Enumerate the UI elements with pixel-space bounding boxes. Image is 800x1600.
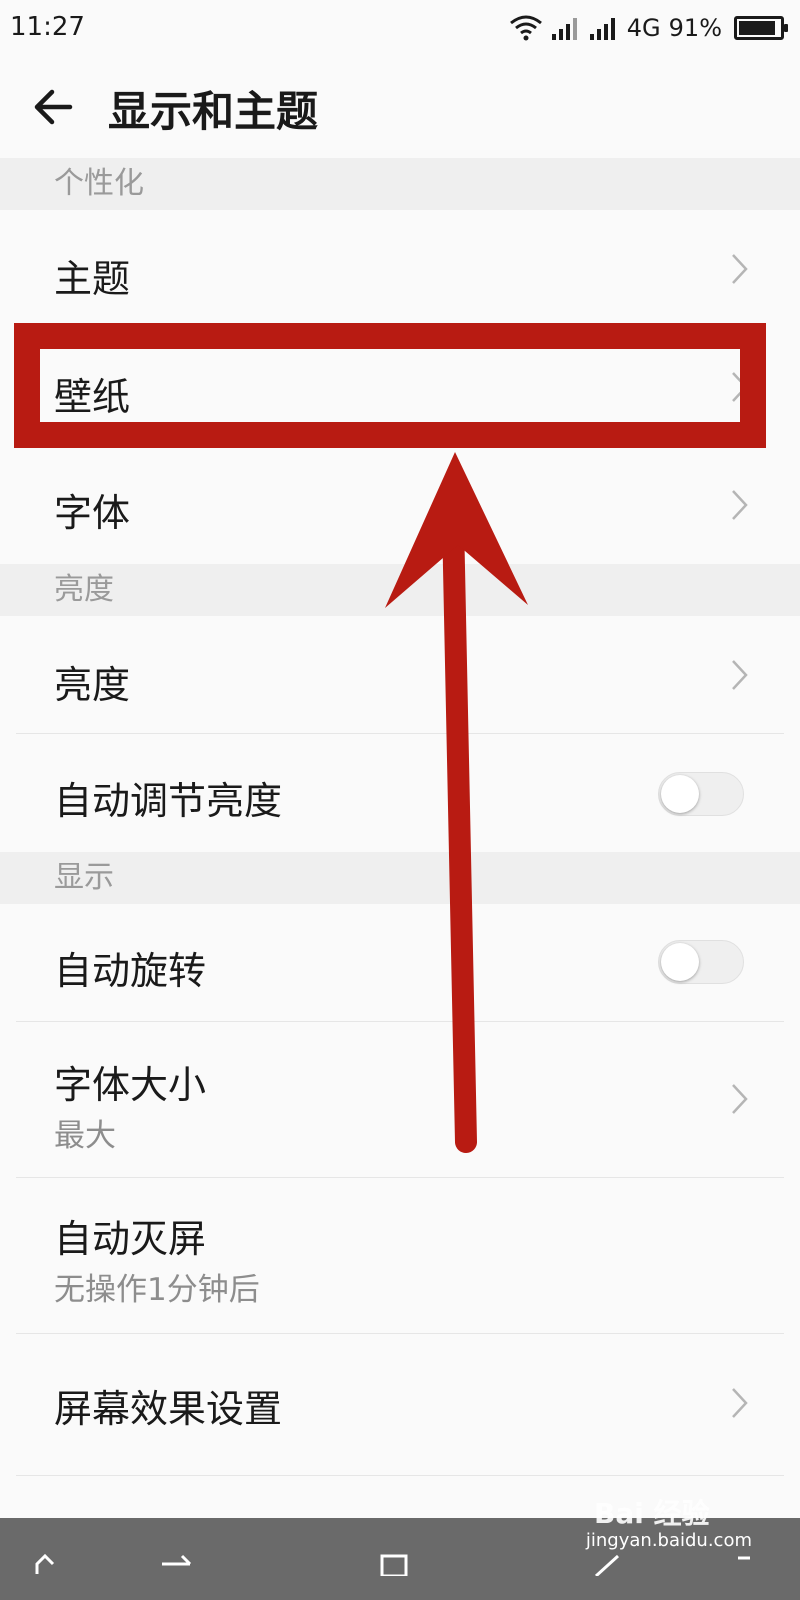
status-bar: 11:27 4G 91% [0,0,800,56]
chevron-right-icon [732,490,748,520]
section-header-display: 显示 [0,852,800,904]
settings-item-theme[interactable]: 主题 [0,210,800,328]
back-arrow-icon[interactable] [30,82,80,132]
battery-percent: 91% [668,14,722,42]
menu-icon[interactable] [734,1552,754,1576]
chevron-right-icon [732,1084,748,1114]
status-icons: 4G 91% [509,10,788,46]
auto-rotate-toggle[interactable] [658,940,744,984]
chevron-right-icon [732,660,748,690]
item-subtitle: 无操作1分钟后 [54,1272,260,1308]
item-label: 自动旋转 [54,949,207,993]
settings-item-brightness[interactable]: 亮度 [0,616,800,734]
navigation-bar [0,1518,800,1600]
section-header-brightness: 亮度 [0,564,800,616]
section-header-personalization: 个性化 [0,158,800,210]
auto-brightness-toggle[interactable] [658,772,744,816]
item-label: 字体大小 [54,1063,207,1107]
item-label: 亮度 [54,663,131,707]
battery-fill [739,21,776,35]
wifi-icon [509,14,543,42]
item-label: 主题 [54,257,131,301]
status-time: 11:27 [10,12,85,42]
settings-item-screen-timeout[interactable]: 自动灭屏 无操作1分钟后 [0,1178,800,1334]
edit-icon[interactable] [592,1552,622,1576]
settings-item-wallpaper[interactable]: 壁纸 [0,328,800,446]
toggle-knob [661,943,699,981]
page-title: 显示和主题 [108,87,319,136]
settings-item-screen-effects[interactable]: 屏幕效果设置 [0,1334,800,1476]
item-label: 屏幕效果设置 [54,1387,283,1431]
item-label: 自动灭屏 [54,1217,207,1261]
home-icon[interactable] [34,1552,56,1576]
toggle-knob [661,775,699,813]
battery-icon [734,16,788,40]
app-bar: 显示和主题 [0,56,800,159]
settings-item-font[interactable]: 字体 [0,446,800,564]
share-arrow-icon[interactable] [160,1552,194,1576]
chevron-right-icon [732,372,748,402]
chevron-right-icon [732,1388,748,1418]
item-label: 自动调节亮度 [54,779,283,823]
signal-icon-sim1 [551,14,581,42]
item-label: 字体 [54,491,131,535]
settings-item-auto-rotate: 自动旋转 [0,904,800,1022]
network-type: 4G [626,14,661,42]
chevron-right-icon [732,254,748,284]
signal-icon-sim2 [589,14,619,42]
item-subtitle: 最大 [54,1118,116,1154]
item-label: 壁纸 [54,375,131,419]
divider [16,1475,784,1476]
settings-item-font-size[interactable]: 字体大小 最大 [0,1022,800,1178]
recents-icon[interactable] [380,1552,408,1576]
settings-item-auto-brightness: 自动调节亮度 [0,734,800,852]
